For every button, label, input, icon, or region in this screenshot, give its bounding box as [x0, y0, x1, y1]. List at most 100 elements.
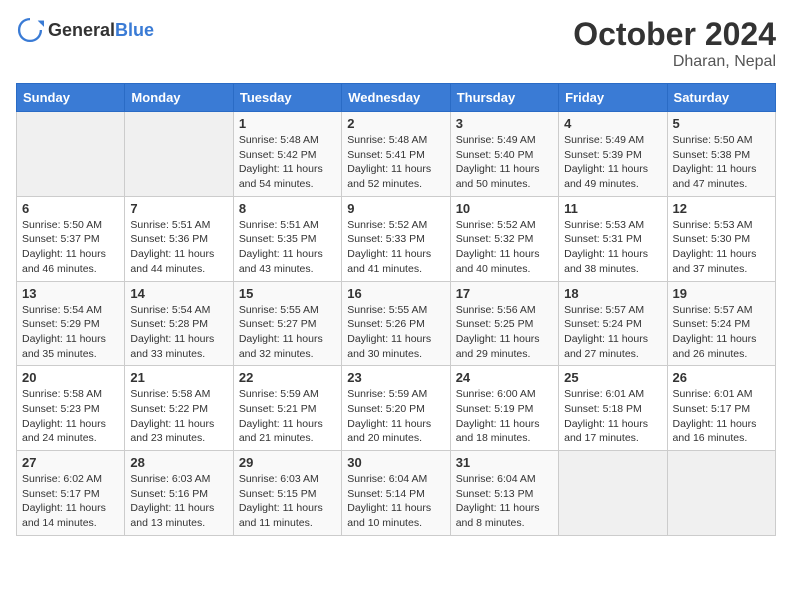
day-info: Sunrise: 6:02 AMSunset: 5:17 PMDaylight:…	[22, 472, 119, 531]
day-cell: 9Sunrise: 5:52 AMSunset: 5:33 PMDaylight…	[342, 196, 450, 281]
day-cell: 4Sunrise: 5:49 AMSunset: 5:39 PMDaylight…	[559, 112, 667, 197]
day-info: Sunrise: 5:58 AMSunset: 5:22 PMDaylight:…	[130, 387, 227, 446]
day-info: Sunrise: 5:57 AMSunset: 5:24 PMDaylight:…	[673, 303, 770, 362]
day-number: 23	[347, 370, 444, 385]
day-number: 25	[564, 370, 661, 385]
day-number: 28	[130, 455, 227, 470]
weekday-header-row: SundayMondayTuesdayWednesdayThursdayFrid…	[17, 84, 776, 112]
day-cell	[559, 451, 667, 536]
day-info: Sunrise: 5:55 AMSunset: 5:27 PMDaylight:…	[239, 303, 336, 362]
day-info: Sunrise: 5:50 AMSunset: 5:38 PMDaylight:…	[673, 133, 770, 192]
day-cell: 6 Sunrise: 5:50 AMSunset: 5:37 PMDaylight…	[17, 196, 125, 281]
day-number: 17	[456, 286, 553, 301]
day-cell: 27 Sunrise: 6:02 AMSunset: 5:17 PMDayligh…	[17, 451, 125, 536]
day-number: 7	[130, 201, 227, 216]
day-cell: 23 Sunrise: 5:59 AMSunset: 5:20 PMDayligh…	[342, 366, 450, 451]
day-cell: 29 Sunrise: 6:03 AMSunset: 5:15 PMDayligh…	[233, 451, 341, 536]
day-number: 8	[239, 201, 336, 216]
day-info: Sunrise: 6:04 AMSunset: 5:14 PMDaylight:…	[347, 472, 444, 531]
day-cell: 13 Sunrise: 5:54 AMSunset: 5:29 PMDayligh…	[17, 281, 125, 366]
day-number: 26	[673, 370, 770, 385]
day-cell: 10 Sunrise: 5:52 AMSunset: 5:32 PMDayligh…	[450, 196, 558, 281]
day-number: 1	[239, 116, 336, 131]
logo-text: GeneralBlue	[48, 20, 154, 41]
day-number: 2	[347, 116, 444, 131]
day-info: Sunrise: 5:52 AMSunset: 5:33 PMDaylight:…	[347, 218, 444, 277]
day-cell: 22Sunrise: 5:59 AMSunset: 5:21 PMDayligh…	[233, 366, 341, 451]
day-info: Sunrise: 5:53 AMSunset: 5:31 PMDaylight:…	[564, 218, 661, 277]
day-number: 3	[456, 116, 553, 131]
day-cell: 28 Sunrise: 6:03 AMSunset: 5:16 PMDayligh…	[125, 451, 233, 536]
day-cell: 8 Sunrise: 5:51 AMSunset: 5:35 PMDaylight…	[233, 196, 341, 281]
day-cell	[125, 112, 233, 197]
day-number: 10	[456, 201, 553, 216]
day-number: 14	[130, 286, 227, 301]
weekday-header-wednesday: Wednesday	[342, 84, 450, 112]
day-info: Sunrise: 5:54 AMSunset: 5:28 PMDaylight:…	[130, 303, 227, 362]
day-cell: 1 Sunrise: 5:48 AMSunset: 5:42 PMDaylight…	[233, 112, 341, 197]
day-info: Sunrise: 5:49 AMSunset: 5:40 PMDaylight:…	[456, 133, 553, 192]
day-number: 22	[239, 370, 336, 385]
logo-general: General	[48, 20, 115, 40]
day-info: Sunrise: 5:58 AMSunset: 5:23 PMDaylight:…	[22, 387, 119, 446]
day-number: 29	[239, 455, 336, 470]
day-info: Sunrise: 5:59 AMSunset: 5:20 PMDaylight:…	[347, 387, 444, 446]
title-block: October 2024 Dharan, Nepal	[573, 16, 776, 71]
day-cell: 20Sunrise: 5:58 AMSunset: 5:23 PMDayligh…	[17, 366, 125, 451]
day-info: Sunrise: 5:56 AMSunset: 5:25 PMDaylight:…	[456, 303, 553, 362]
weekday-header-tuesday: Tuesday	[233, 84, 341, 112]
day-number: 18	[564, 286, 661, 301]
day-number: 13	[22, 286, 119, 301]
day-info: Sunrise: 6:03 AMSunset: 5:15 PMDaylight:…	[239, 472, 336, 531]
day-info: Sunrise: 6:01 AMSunset: 5:17 PMDaylight:…	[673, 387, 770, 446]
day-number: 31	[456, 455, 553, 470]
day-info: Sunrise: 6:04 AMSunset: 5:13 PMDaylight:…	[456, 472, 553, 531]
day-info: Sunrise: 6:01 AMSunset: 5:18 PMDaylight:…	[564, 387, 661, 446]
day-info: Sunrise: 5:57 AMSunset: 5:24 PMDaylight:…	[564, 303, 661, 362]
day-info: Sunrise: 6:03 AMSunset: 5:16 PMDaylight:…	[130, 472, 227, 531]
day-cell: 16Sunrise: 5:55 AMSunset: 5:26 PMDayligh…	[342, 281, 450, 366]
day-cell: 7 Sunrise: 5:51 AMSunset: 5:36 PMDaylight…	[125, 196, 233, 281]
weekday-header-friday: Friday	[559, 84, 667, 112]
week-row-3: 13 Sunrise: 5:54 AMSunset: 5:29 PMDayligh…	[17, 281, 776, 366]
day-number: 15	[239, 286, 336, 301]
day-cell: 24Sunrise: 6:00 AMSunset: 5:19 PMDayligh…	[450, 366, 558, 451]
day-number: 16	[347, 286, 444, 301]
day-info: Sunrise: 6:00 AMSunset: 5:19 PMDaylight:…	[456, 387, 553, 446]
day-info: Sunrise: 5:52 AMSunset: 5:32 PMDaylight:…	[456, 218, 553, 277]
logo-blue: Blue	[115, 20, 154, 40]
day-info: Sunrise: 5:50 AMSunset: 5:37 PMDaylight:…	[22, 218, 119, 277]
day-number: 19	[673, 286, 770, 301]
day-cell: 11Sunrise: 5:53 AMSunset: 5:31 PMDayligh…	[559, 196, 667, 281]
day-info: Sunrise: 5:51 AMSunset: 5:36 PMDaylight:…	[130, 218, 227, 277]
day-number: 21	[130, 370, 227, 385]
day-info: Sunrise: 5:54 AMSunset: 5:29 PMDaylight:…	[22, 303, 119, 362]
day-cell: 14 Sunrise: 5:54 AMSunset: 5:28 PMDayligh…	[125, 281, 233, 366]
weekday-header-thursday: Thursday	[450, 84, 558, 112]
location-title: Dharan, Nepal	[573, 53, 776, 71]
day-info: Sunrise: 5:51 AMSunset: 5:35 PMDaylight:…	[239, 218, 336, 277]
day-number: 30	[347, 455, 444, 470]
day-info: Sunrise: 5:48 AMSunset: 5:42 PMDaylight:…	[239, 133, 336, 192]
day-cell: 15 Sunrise: 5:55 AMSunset: 5:27 PMDayligh…	[233, 281, 341, 366]
day-cell: 30 Sunrise: 6:04 AMSunset: 5:14 PMDayligh…	[342, 451, 450, 536]
day-cell: 17 Sunrise: 5:56 AMSunset: 5:25 PMDayligh…	[450, 281, 558, 366]
page-header: GeneralBlue October 2024 Dharan, Nepal	[16, 16, 776, 71]
week-row-1: 1 Sunrise: 5:48 AMSunset: 5:42 PMDaylight…	[17, 112, 776, 197]
day-cell: 5Sunrise: 5:50 AMSunset: 5:38 PMDaylight…	[667, 112, 775, 197]
day-number: 6	[22, 201, 119, 216]
weekday-header-saturday: Saturday	[667, 84, 775, 112]
day-cell: 18 Sunrise: 5:57 AMSunset: 5:24 PMDayligh…	[559, 281, 667, 366]
month-title: October 2024	[573, 16, 776, 53]
day-cell	[667, 451, 775, 536]
logo: GeneralBlue	[16, 16, 154, 44]
day-info: Sunrise: 5:53 AMSunset: 5:30 PMDaylight:…	[673, 218, 770, 277]
day-cell: 26 Sunrise: 6:01 AMSunset: 5:17 PMDayligh…	[667, 366, 775, 451]
week-row-4: 20Sunrise: 5:58 AMSunset: 5:23 PMDayligh…	[17, 366, 776, 451]
weekday-header-monday: Monday	[125, 84, 233, 112]
day-cell: 31 Sunrise: 6:04 AMSunset: 5:13 PMDayligh…	[450, 451, 558, 536]
day-number: 4	[564, 116, 661, 131]
day-cell	[17, 112, 125, 197]
logo-icon	[16, 16, 44, 44]
day-number: 27	[22, 455, 119, 470]
